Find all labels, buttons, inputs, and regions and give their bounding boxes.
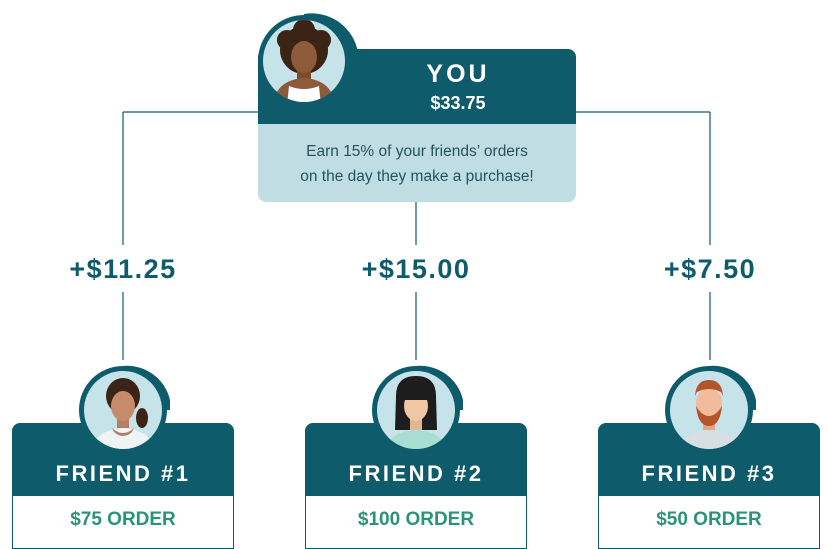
friend-1-order: $75 ORDER	[70, 509, 176, 530]
earning-friend-1: +$11.25	[69, 254, 177, 284]
you-description: Earn 15% of your friends’ orders on the …	[258, 139, 576, 189]
earning-friend-2: +$15.00	[361, 254, 471, 284]
friend-1-title: FRIEND #1	[55, 461, 191, 486]
man-beard-avatar-icon	[665, 365, 756, 454]
description-line-2: on the day they make a purchase!	[300, 168, 534, 185]
friend-2-title: FRIEND #2	[348, 461, 484, 486]
earning-friend-3: +$7.50	[663, 254, 757, 284]
referral-diagram: YOU $33.75 Earn 15% of your friends’ ord…	[0, 0, 828, 549]
woman-bangs-avatar-icon	[372, 365, 463, 454]
you-title: YOU	[426, 60, 490, 88]
description-line-1: Earn 15% of your friends’ orders	[306, 143, 528, 160]
friend-3-title: FRIEND #3	[641, 461, 777, 486]
friend-3-order: $50 ORDER	[656, 509, 762, 530]
woman-ponytail-avatar-icon	[79, 365, 170, 454]
woman-curly-hair-avatar-icon	[258, 13, 357, 107]
you-amount: $33.75	[430, 93, 486, 113]
friend-2-order: $100 ORDER	[357, 509, 475, 530]
